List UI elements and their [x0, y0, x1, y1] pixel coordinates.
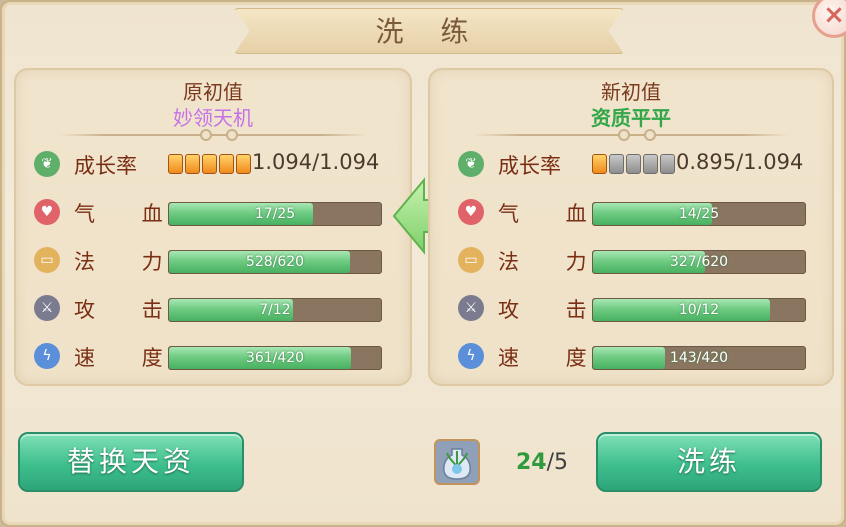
stat-bar: 143/420 [592, 346, 806, 370]
sword-icon: ⚔ [34, 295, 60, 321]
scroll-icon: ▭ [458, 247, 484, 273]
star-empty-icon [626, 154, 641, 174]
growth-label: 成长率 [498, 154, 561, 178]
stat-label: 法 力 [74, 250, 183, 274]
stat-bar: 14/25 [592, 202, 806, 226]
star-filled-icon [168, 154, 183, 174]
growth-row: ❦ 成长率 1.094/1.094 [34, 148, 394, 182]
heart-icon: ♥ [34, 199, 60, 225]
scroll-icon: ▭ [34, 247, 60, 273]
star-filled-icon [219, 154, 234, 174]
stat-row-speed: ϟ 速 度 361/420 [34, 340, 394, 374]
growth-label: 成长率 [74, 154, 137, 178]
stat-value: 327/620 [669, 254, 729, 270]
stat-bar: 528/620 [168, 250, 382, 274]
panel-title: 新初值 [601, 80, 661, 104]
divider-ornament [200, 129, 212, 141]
stat-label: 气 血 [498, 202, 607, 226]
stat-label: 法 力 [498, 250, 607, 274]
stat-label: 气 血 [74, 202, 183, 226]
star-empty-icon [660, 154, 675, 174]
stat-bar: 10/12 [592, 298, 806, 322]
stat-row-hp: ♥ 气 血 17/25 [34, 196, 394, 230]
count-separator: / [546, 450, 555, 475]
growth-stars [592, 154, 675, 176]
lightning-icon: ϟ [458, 343, 484, 369]
stat-row-mp: ▭ 法 力 327/620 [458, 244, 818, 278]
original-values-panel: 原初值 妙领天机 ❦ 成长率 1.094/1.094 ♥ 气 血 17/25 ▭… [14, 68, 412, 386]
star-filled-icon [185, 154, 200, 174]
stat-label: 攻 击 [74, 298, 183, 322]
potion-vase-icon [443, 448, 471, 480]
stat-row-attack: ⚔ 攻 击 7/12 [34, 292, 394, 326]
growth-stars [168, 154, 251, 176]
stat-row-mp: ▭ 法 力 528/620 [34, 244, 394, 278]
divider [474, 134, 788, 136]
replace-aptitude-button[interactable]: 替换天资 [18, 432, 244, 492]
item-slot[interactable] [434, 439, 480, 485]
stat-row-hp: ♥ 气 血 14/25 [458, 196, 818, 230]
star-filled-icon [236, 154, 251, 174]
star-filled-icon [592, 154, 607, 174]
growth-value: 1.094/1.094 [252, 150, 380, 174]
sprout-icon: ❦ [458, 151, 484, 177]
star-empty-icon [609, 154, 624, 174]
stat-bar: 327/620 [592, 250, 806, 274]
divider-ornament [618, 129, 630, 141]
stat-value: 10/12 [678, 302, 720, 318]
stat-value: 17/25 [254, 206, 296, 222]
item-count: 24/5 [516, 450, 568, 475]
stat-label: 速 度 [498, 346, 607, 370]
item-have-count: 24 [516, 450, 547, 475]
stat-value: 361/420 [245, 350, 305, 366]
star-filled-icon [202, 154, 217, 174]
stat-bar: 7/12 [168, 298, 382, 322]
item-need-count: 5 [554, 450, 569, 475]
divider-ornament [644, 129, 656, 141]
growth-row: ❦ 成长率 0.895/1.094 [458, 148, 818, 182]
lightning-icon: ϟ [34, 343, 60, 369]
aptitude-label: 妙领天机 [173, 106, 253, 130]
star-empty-icon [643, 154, 658, 174]
wash-button[interactable]: 洗练 [596, 432, 822, 492]
aptitude-label: 资质平平 [591, 106, 671, 130]
stat-row-speed: ϟ 速 度 143/420 [458, 340, 818, 374]
panel-title: 原初值 [183, 80, 243, 104]
stat-bar: 361/420 [168, 346, 382, 370]
stat-value: 14/25 [678, 206, 720, 222]
sprout-icon: ❦ [34, 151, 60, 177]
stat-value: 7/12 [259, 302, 291, 318]
wash-dialog: 洗 练 × 原初值 妙领天机 ❦ 成长率 1.094/1.094 ♥ 气 血 1… [0, 0, 846, 527]
heart-icon: ♥ [458, 199, 484, 225]
stat-row-attack: ⚔ 攻 击 10/12 [458, 292, 818, 326]
growth-value: 0.895/1.094 [676, 150, 804, 174]
sword-icon: ⚔ [458, 295, 484, 321]
new-values-panel: 新初值 资质平平 ❦ 成长率 0.895/1.094 ♥ 气 血 14/25 ▭… [428, 68, 834, 386]
divider-ornament [226, 129, 238, 141]
stat-value: 528/620 [245, 254, 305, 270]
stat-label: 攻 击 [498, 298, 607, 322]
stat-value: 143/420 [669, 350, 729, 366]
stat-label: 速 度 [74, 346, 183, 370]
stat-bar: 17/25 [168, 202, 382, 226]
divider [60, 134, 366, 136]
dialog-title: 洗 练 [375, 15, 483, 48]
close-button[interactable]: × [812, 0, 846, 38]
